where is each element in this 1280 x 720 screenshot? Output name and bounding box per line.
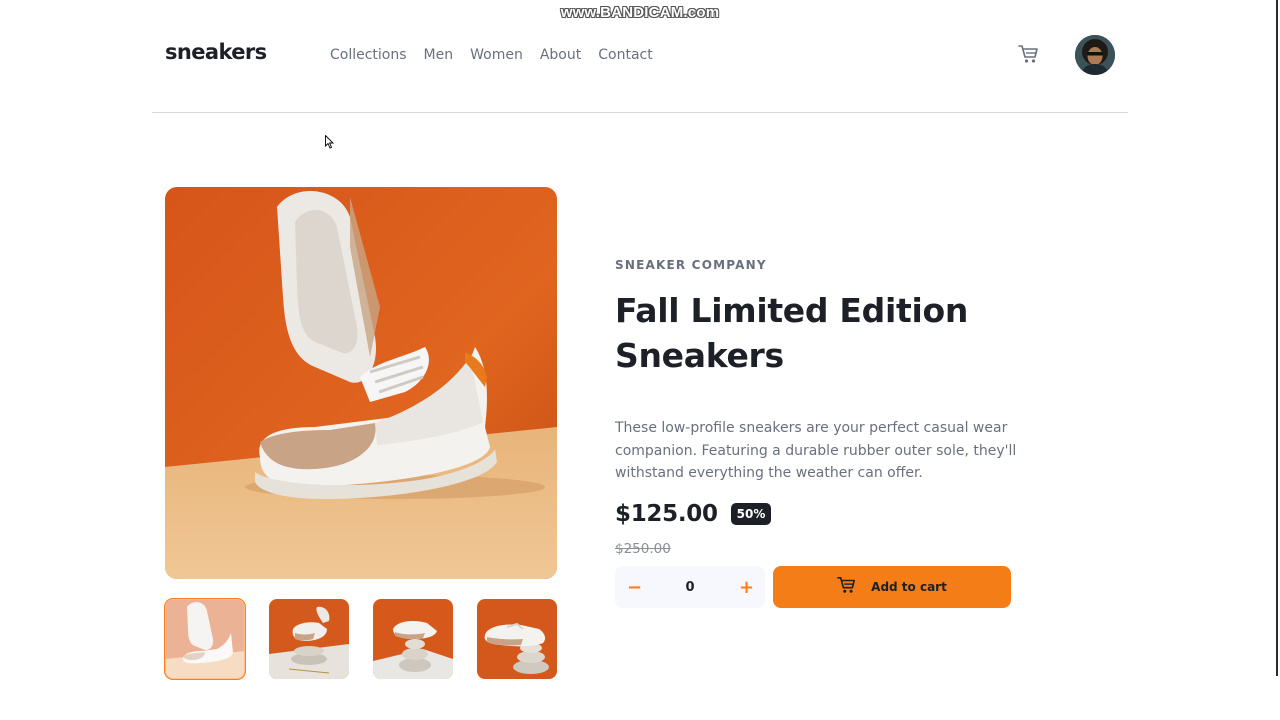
logo[interactable]: sneakers	[165, 40, 267, 64]
cart-icon[interactable]	[1018, 44, 1042, 66]
mouse-cursor	[325, 134, 335, 149]
current-price: $125.00	[615, 500, 718, 527]
cart-icon	[837, 576, 857, 598]
price-row: $125.00 50%	[615, 501, 1015, 527]
thumbnail-1[interactable]	[164, 598, 246, 680]
thumbnail-4[interactable]	[477, 599, 557, 679]
decrement-button[interactable]: −	[627, 577, 642, 598]
product-title: Fall Limited Edition Sneakers	[615, 291, 969, 375]
discount-badge: 50%	[730, 502, 772, 525]
increment-button[interactable]: +	[739, 577, 754, 598]
user-avatar[interactable]	[1075, 35, 1115, 75]
nav-link-men[interactable]: Men	[424, 47, 454, 63]
brand-label: SNEAKER COMPANY	[615, 258, 767, 272]
add-to-cart-label: Add to cart	[871, 580, 947, 594]
thumbnail-3[interactable]	[373, 599, 453, 679]
product-info: SNEAKER COMPANY Fall Limited Edition Sne…	[615, 258, 1016, 557]
nav-link-collections[interactable]: Collections	[330, 47, 407, 63]
original-price: $250.00	[615, 540, 671, 557]
product-description: These low-profile sneakers are your perf…	[615, 420, 1017, 481]
thumbnail-gallery	[164, 598, 557, 680]
nav-link-women[interactable]: Women	[470, 47, 523, 63]
quantity-stepper: − 0 +	[615, 566, 765, 608]
thumbnail-2[interactable]	[269, 599, 349, 679]
main-nav: Collections Men Women About Contact	[330, 47, 670, 63]
window-edge	[1276, 0, 1278, 676]
top-navigation: sneakers Collections Men Women About Con…	[152, 28, 1128, 113]
nav-link-about[interactable]: About	[540, 47, 581, 63]
nav-link-contact[interactable]: Contact	[598, 47, 652, 63]
add-to-cart-button[interactable]: Add to cart	[773, 566, 1011, 608]
purchase-actions: − 0 + Add to cart	[615, 566, 1011, 608]
main-product-image[interactable]	[165, 187, 557, 579]
recorder-watermark: www.BANDICAM.com	[560, 4, 720, 21]
quantity-value: 0	[685, 579, 695, 595]
